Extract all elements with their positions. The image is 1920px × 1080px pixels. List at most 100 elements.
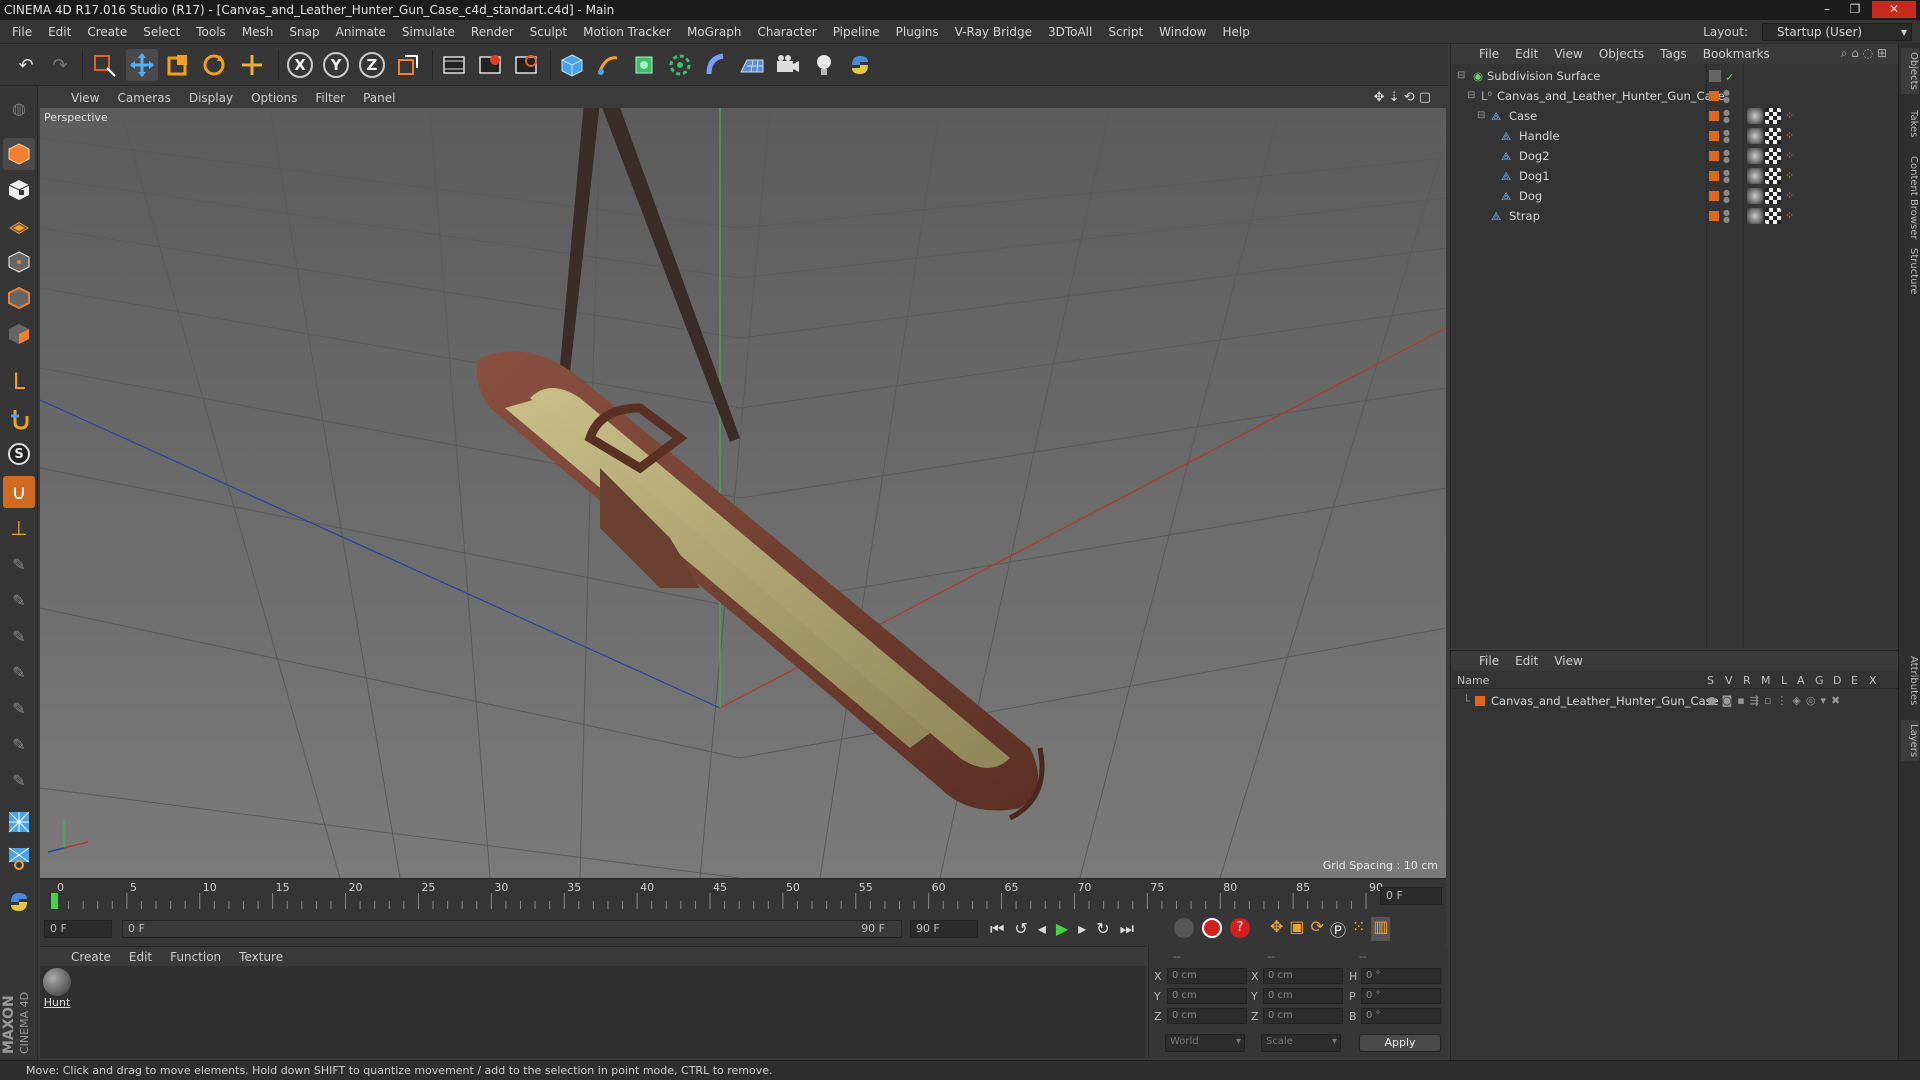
selection-tag-icon[interactable]: ⁘: [1785, 206, 1794, 226]
menu-mesh[interactable]: Mesh: [234, 25, 282, 39]
world-coordinates-icon[interactable]: [392, 49, 424, 81]
material-tag-icon[interactable]: [1747, 208, 1763, 224]
tree-item-handle[interactable]: ⟁ Handle ● ● ⁘: [1451, 126, 1899, 146]
collapse-icon[interactable]: ⊟: [1477, 106, 1485, 126]
rot-p-field[interactable]: 0 °: [1361, 988, 1441, 1004]
render-settings-icon[interactable]: [510, 49, 542, 81]
python-script-icon[interactable]: [3, 886, 35, 918]
next-key-icon[interactable]: ↻: [1096, 919, 1109, 939]
points-mode-icon[interactable]: [3, 246, 35, 278]
menu-tools[interactable]: Tools: [188, 25, 234, 39]
rotate-icon[interactable]: [198, 49, 230, 81]
uvw-tag-icon[interactable]: [1765, 128, 1781, 144]
redo-icon[interactable]: ↷: [44, 49, 76, 81]
playhead-marker[interactable]: [51, 893, 58, 909]
selection-tag-icon[interactable]: ⁘: [1785, 186, 1794, 206]
material-menu-edit[interactable]: Edit: [120, 950, 161, 964]
sculpt-smooth-icon[interactable]: ✎: [3, 620, 35, 652]
visibility-dots-icon[interactable]: ● ●: [1723, 109, 1730, 124]
nurbs-icon[interactable]: [628, 49, 660, 81]
layer-color-icon[interactable]: [1709, 211, 1719, 221]
move-plus-icon[interactable]: [236, 49, 268, 81]
key-parameter-icon[interactable]: Ⓟ: [1330, 917, 1346, 941]
menu-snap[interactable]: Snap: [281, 25, 327, 39]
selection-tag-icon[interactable]: ⁘: [1785, 146, 1794, 166]
play-icon[interactable]: ▶: [1056, 919, 1068, 939]
layer-color-icon[interactable]: [1709, 131, 1719, 141]
layout-dropdown[interactable]: Startup (User) ▾: [1762, 23, 1912, 41]
menu-file[interactable]: File: [4, 25, 40, 39]
menu-render[interactable]: Render: [463, 25, 522, 39]
material-item[interactable]: Hunt: [42, 966, 72, 1010]
deformer-icon[interactable]: [700, 49, 732, 81]
checker-lock-icon[interactable]: [3, 806, 35, 838]
pos-y-field[interactable]: 0 cm: [1167, 988, 1247, 1004]
render-view-icon[interactable]: [438, 49, 470, 81]
brush-icon[interactable]: ✎: [3, 548, 35, 580]
viewport-nav-icons[interactable]: ✥ ⇣ ⟲ ▢: [1365, 90, 1440, 105]
undo-icon[interactable]: ↶: [10, 49, 42, 81]
maximize-button[interactable]: ❐: [1842, 1, 1868, 18]
menu-animate[interactable]: Animate: [328, 25, 394, 39]
rot-h-field[interactable]: 0 °: [1361, 968, 1441, 984]
viewport-perspective[interactable]: Perspective Grid Spacing : 10 cm: [40, 108, 1446, 878]
material-tag-icon[interactable]: [1747, 188, 1763, 204]
previous-frame-icon[interactable]: ◂: [1038, 919, 1046, 939]
render-picture-viewer-icon[interactable]: [474, 49, 506, 81]
layer-color-icon[interactable]: [1709, 111, 1719, 121]
material-tag-icon[interactable]: [1747, 168, 1763, 184]
close-button[interactable]: ✕: [1872, 1, 1916, 18]
sculpt-inflate-icon[interactable]: ✎: [3, 692, 35, 724]
axis-mode-icon[interactable]: L: [3, 366, 35, 398]
menu-pipeline[interactable]: Pipeline: [825, 25, 888, 39]
visibility-dots-icon[interactable]: ● ●: [1723, 89, 1730, 104]
timeline-ruler[interactable]: 0 5 10 15 20 25 30 35 40 45 50 55 60 65 70 75 80 85 90 0 F: [40, 878, 1446, 912]
tree-item-dog1[interactable]: ⟁ Dog1 ● ● ⁘: [1451, 166, 1899, 186]
make-editable-icon[interactable]: ◍: [3, 92, 35, 124]
sculpt-flatten-icon[interactable]: ✎: [3, 656, 35, 688]
pos-x-field[interactable]: 0 cm: [1167, 968, 1247, 984]
menu-sculpt[interactable]: Sculpt: [522, 25, 575, 39]
object-manager-search-icon[interactable]: ⌕ ⌂ ◌ ⊞: [1833, 46, 1895, 61]
size-x-field[interactable]: 0 cm: [1263, 968, 1343, 984]
go-to-start-icon[interactable]: ⏮: [990, 919, 1004, 939]
edges-mode-icon[interactable]: [3, 282, 35, 314]
array-icon[interactable]: [664, 49, 696, 81]
tree-item-subdivision-surface[interactable]: ⊟ ◉ Subdivision Surface ✓: [1451, 66, 1899, 86]
workplane-icon[interactable]: [3, 210, 35, 242]
layer-menu-edit[interactable]: Edit: [1507, 654, 1546, 668]
layer-color-icon[interactable]: [1709, 70, 1721, 82]
apply-button[interactable]: Apply: [1359, 1034, 1441, 1052]
pen-icon[interactable]: [592, 49, 624, 81]
pos-z-field[interactable]: 0 cm: [1167, 1008, 1247, 1024]
size-z-field[interactable]: 0 cm: [1263, 1008, 1343, 1024]
layer-color-icon[interactable]: [1709, 91, 1719, 101]
tab-takes[interactable]: Takes: [1901, 106, 1919, 141]
menu-simulate[interactable]: Simulate: [394, 25, 463, 39]
obj-menu-bookmarks[interactable]: Bookmarks: [1695, 47, 1778, 61]
obj-menu-file[interactable]: File: [1471, 47, 1507, 61]
material-menu-function[interactable]: Function: [161, 950, 230, 964]
help-record-icon[interactable]: ?: [1230, 918, 1250, 938]
key-scale-icon[interactable]: ▣: [1289, 917, 1304, 941]
layer-row[interactable]: └ Canvas_and_Leather_Hunter_Gun_Case ●◙▪…: [1451, 691, 1899, 711]
sculpt-grab-icon[interactable]: ✎: [3, 728, 35, 760]
collapse-icon[interactable]: ⊟: [1467, 86, 1475, 106]
z-axis-icon[interactable]: Z: [356, 49, 388, 81]
selection-tag-icon[interactable]: ⁘: [1785, 106, 1794, 126]
obj-menu-view[interactable]: View: [1546, 47, 1590, 61]
texture-mode-icon[interactable]: [3, 174, 35, 206]
material-tag-icon[interactable]: [1747, 148, 1763, 164]
layer-color-icon[interactable]: [1709, 171, 1719, 181]
lock-mesh-icon[interactable]: [3, 842, 35, 874]
key-pla-icon[interactable]: ⁙: [1352, 917, 1365, 941]
key-rotation-icon[interactable]: ⟳: [1311, 917, 1324, 941]
model-mode-icon[interactable]: [3, 138, 35, 170]
move-icon[interactable]: [126, 49, 158, 81]
layer-flag-icons[interactable]: ●◙▪⇶▫⋮◈◎▾✖: [1707, 691, 1845, 711]
layer-menu-view[interactable]: View: [1546, 654, 1590, 668]
tree-item-dog2[interactable]: ⟁ Dog2 ● ● ⁘: [1451, 146, 1899, 166]
viewport-menu-options[interactable]: Options: [242, 91, 306, 105]
rot-b-field[interactable]: 0 °: [1361, 1008, 1441, 1024]
material-menu-create[interactable]: Create: [62, 950, 120, 964]
